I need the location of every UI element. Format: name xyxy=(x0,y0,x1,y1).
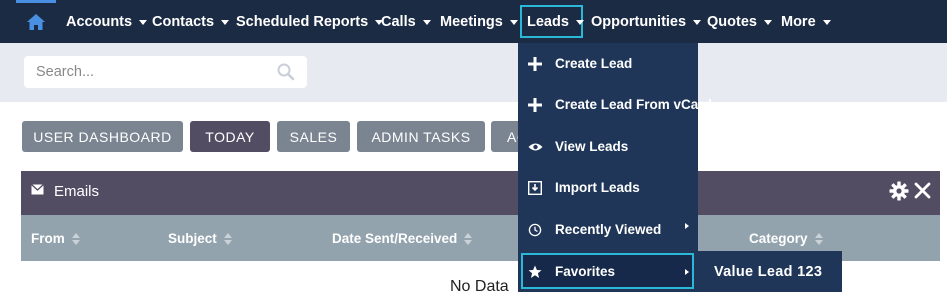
column-from[interactable]: From xyxy=(31,231,80,246)
menu-item-view-leads[interactable]: View Leads xyxy=(518,126,698,167)
nav-contacts-label: Contacts xyxy=(152,13,215,30)
menu-item-label: Recently Viewed xyxy=(555,222,662,237)
chevron-down-icon xyxy=(763,20,772,25)
nav-quotes-label: Quotes xyxy=(707,13,757,30)
nav-contacts[interactable]: Contacts xyxy=(152,0,230,43)
nav-scheduled-reports[interactable]: Scheduled Reports xyxy=(236,0,384,43)
menu-item-recently-viewed[interactable]: Recently Viewed xyxy=(518,209,698,250)
chevron-down-icon xyxy=(221,20,230,25)
sort-icon[interactable] xyxy=(71,232,80,245)
nav-leads[interactable]: Leads xyxy=(520,5,584,38)
nav-meetings[interactable]: Meetings xyxy=(440,0,518,43)
column-from-label: From xyxy=(31,231,65,246)
chevron-down-icon xyxy=(509,20,518,25)
plus-icon xyxy=(527,56,543,72)
tab-user-dashboard-label: USER DASHBOARD xyxy=(33,128,172,145)
menu-item-label: Create Lead xyxy=(555,56,633,71)
home-icon xyxy=(27,13,45,30)
nav-leads-label: Leads xyxy=(527,13,569,30)
history-icon xyxy=(527,222,543,238)
chevron-right-icon xyxy=(685,223,689,229)
home-button[interactable] xyxy=(14,0,58,43)
nav-more-label: More xyxy=(781,13,816,30)
nav-opportunities[interactable]: Opportunities xyxy=(591,0,702,43)
search-icon[interactable] xyxy=(277,63,295,81)
chevron-down-icon xyxy=(422,20,431,25)
nav-meetings-label: Meetings xyxy=(440,13,503,30)
search-placeholder: Search... xyxy=(36,64,95,80)
menu-item-label: Import Leads xyxy=(555,180,640,195)
top-navbar: Accounts Contacts Scheduled Reports Call… xyxy=(0,0,947,43)
menu-item-create-lead[interactable]: Create Lead xyxy=(518,43,698,84)
close-icon[interactable] xyxy=(914,182,931,199)
sort-icon[interactable] xyxy=(814,232,823,245)
tab-admin-tasks[interactable]: ADMIN TASKS xyxy=(357,121,485,152)
favorites-submenu-item[interactable]: Value Lead 123 xyxy=(698,251,842,292)
tab-today-label: TODAY xyxy=(205,128,255,145)
star-icon xyxy=(527,264,543,280)
tab-user-dashboard[interactable]: USER DASHBOARD xyxy=(22,121,183,152)
home-active-indicator xyxy=(16,0,56,3)
nav-accounts-label: Accounts xyxy=(66,13,133,30)
sort-icon[interactable] xyxy=(464,232,473,245)
dashlet-title: Emails xyxy=(54,183,100,200)
chevron-right-icon xyxy=(685,268,689,275)
nav-scheduled-reports-label: Scheduled Reports xyxy=(236,13,369,30)
empty-state-text: No Data xyxy=(450,278,509,295)
nav-opportunities-label: Opportunities xyxy=(591,13,687,30)
menu-item-label: Create Lead From vCard xyxy=(555,97,712,112)
envelope-icon xyxy=(31,184,44,195)
tab-today[interactable]: TODAY xyxy=(190,121,270,152)
column-category-label: Category xyxy=(749,231,808,246)
search-bar-area: Search... xyxy=(0,43,947,102)
search-input[interactable]: Search... xyxy=(24,56,307,88)
sort-icon[interactable] xyxy=(223,232,232,245)
nav-calls-label: Calls xyxy=(381,13,416,30)
chevron-down-icon xyxy=(822,20,831,25)
menu-item-favorites[interactable]: Favorites xyxy=(518,251,698,292)
tab-sales-label: SALES xyxy=(289,128,338,145)
eye-icon xyxy=(527,139,543,155)
menu-item-create-lead-vcard[interactable]: Create Lead From vCard xyxy=(518,84,712,125)
plus-icon xyxy=(527,97,543,113)
nav-more[interactable]: More xyxy=(781,0,831,43)
column-subject[interactable]: Subject xyxy=(168,231,232,246)
menu-item-import-leads[interactable]: Import Leads xyxy=(518,167,698,208)
chevron-down-icon xyxy=(693,20,702,25)
tab-admin-tasks-label: ADMIN TASKS xyxy=(371,128,471,145)
column-date-label: Date Sent/Received xyxy=(332,231,458,246)
tab-partial[interactable]: AC xyxy=(491,121,521,152)
import-icon xyxy=(527,180,543,196)
gear-icon[interactable] xyxy=(889,181,909,201)
menu-item-label: Favorites xyxy=(555,264,616,279)
nav-accounts[interactable]: Accounts xyxy=(66,0,148,43)
nav-calls[interactable]: Calls xyxy=(381,0,431,43)
chevron-down-icon xyxy=(575,20,584,25)
menu-item-label: View Leads xyxy=(555,139,629,154)
tab-sales[interactable]: SALES xyxy=(277,121,350,152)
column-category[interactable]: Category xyxy=(749,231,823,246)
dashlet-header xyxy=(21,171,940,215)
nav-quotes[interactable]: Quotes xyxy=(707,0,772,43)
chevron-down-icon xyxy=(139,20,148,25)
column-subject-label: Subject xyxy=(168,231,217,246)
column-date-sent-received[interactable]: Date Sent/Received xyxy=(332,231,473,246)
favorites-submenu-label: Value Lead 123 xyxy=(714,263,823,280)
